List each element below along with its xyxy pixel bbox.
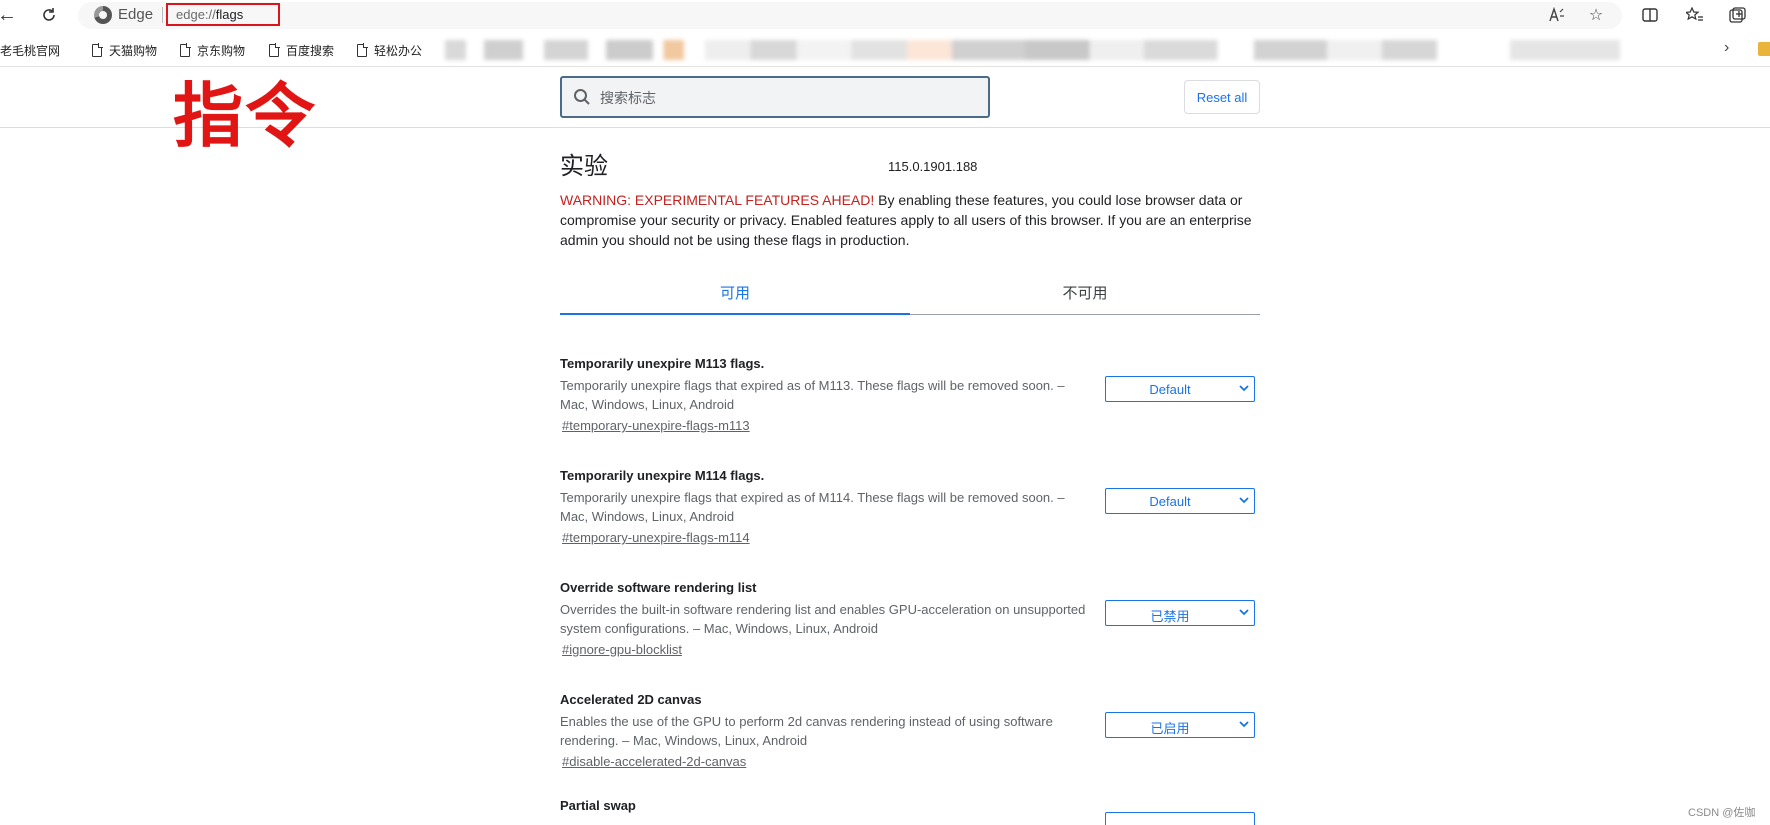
flag-select[interactable]: Default: [1105, 488, 1255, 514]
site-label: Edge: [118, 6, 154, 23]
collections-icon[interactable]: [1726, 3, 1750, 27]
url-scheme: edge://: [176, 7, 216, 22]
flag-select-value: Default: [1149, 382, 1191, 397]
back-arrow-icon[interactable]: ←: [0, 2, 20, 28]
read-aloud-icon[interactable]: [1545, 3, 1569, 27]
url-highlight-box[interactable]: edge://flags: [166, 3, 280, 26]
flag-link[interactable]: #temporary-unexpire-flags-m113: [562, 418, 750, 433]
url-text[interactable]: edge://flags: [176, 7, 243, 22]
favorite-label: 百度搜索: [286, 43, 335, 58]
flag-item: Partial swap: [560, 798, 1260, 825]
flag-select[interactable]: 已启用: [1105, 712, 1255, 738]
flag-description: Overrides the built-in software renderin…: [560, 602, 1086, 636]
flag-item: Temporarily unexpire M113 flags. Tempora…: [560, 356, 1260, 456]
tab-unavailable[interactable]: 不可用: [910, 270, 1260, 314]
blurred-favorites: [705, 40, 1620, 60]
flag-select[interactable]: [1105, 812, 1255, 825]
chevron-down-icon: [1239, 382, 1249, 397]
edge-logo-icon: [94, 6, 112, 24]
page-icon: [269, 42, 280, 57]
flag-description: Temporarily unexpire flags that expired …: [560, 378, 1065, 412]
page-icon: [92, 42, 103, 57]
favorite-item-jd[interactable]: 京东购物: [180, 41, 245, 59]
flag-name: Partial swap: [560, 798, 636, 813]
address-divider: [162, 7, 163, 23]
chevron-down-icon: [1239, 606, 1249, 621]
flag-select[interactable]: Default: [1105, 376, 1255, 402]
warning-text: WARNING: EXPERIMENTAL FEATURES AHEAD! By…: [560, 190, 1260, 250]
favorite-label: 老毛桃官网: [0, 43, 61, 58]
refresh-icon[interactable]: [36, 2, 62, 28]
favorite-label: 轻松办公: [374, 43, 423, 58]
favorite-label: 京东购物: [197, 43, 246, 58]
tab-bar: 可用 不可用: [560, 270, 1260, 315]
address-bar[interactable]: [78, 2, 1622, 29]
flag-link[interactable]: #ignore-gpu-blocklist: [562, 642, 682, 657]
chevron-right-icon[interactable]: ›: [1724, 39, 1729, 57]
page-icon: [180, 42, 191, 57]
version-label: 115.0.1901.188: [888, 159, 978, 174]
flag-link[interactable]: #temporary-unexpire-flags-m114: [562, 530, 750, 545]
favorite-item-baidu[interactable]: 百度搜索: [269, 41, 334, 59]
watermark: CSDN @佐咖: [1688, 807, 1756, 819]
reset-all-button[interactable]: Reset all: [1184, 80, 1260, 114]
flag-select-value: 已启用: [1150, 721, 1190, 736]
split-screen-icon[interactable]: [1638, 3, 1662, 27]
tab-available[interactable]: 可用: [560, 270, 910, 315]
flag-item: Accelerated 2D canvas Enables the use of…: [560, 692, 1260, 792]
warning-heading: WARNING: EXPERIMENTAL FEATURES AHEAD!: [560, 192, 875, 208]
flag-item: Temporarily unexpire M114 flags. Tempora…: [560, 468, 1260, 568]
page-title: 实验: [560, 153, 608, 180]
search-box[interactable]: [560, 76, 990, 118]
flag-name: Override software rendering list: [560, 580, 757, 595]
blurred-favorites: [445, 40, 705, 60]
favorites-list-icon[interactable]: [1683, 3, 1707, 27]
favorite-label: 天猫购物: [109, 43, 158, 58]
favorite-star-icon[interactable]: ☆: [1584, 3, 1608, 27]
page-icon: [357, 42, 368, 57]
flag-select-value: 已禁用: [1150, 609, 1190, 624]
favorite-item-office[interactable]: 轻松办公: [357, 41, 422, 59]
browser-toolbar: ← Edge edge://flags ☆: [0, 0, 1770, 30]
search-input[interactable]: [598, 84, 982, 112]
flag-select[interactable]: 已禁用: [1105, 600, 1255, 626]
folder-icon[interactable]: [1758, 42, 1770, 56]
flag-description: Temporarily unexpire flags that expired …: [560, 490, 1065, 524]
favorite-item-tmall[interactable]: 天猫购物: [92, 41, 157, 59]
flag-select-value: Default: [1149, 494, 1191, 509]
flag-description: Enables the use of the GPU to perform 2d…: [560, 714, 1053, 748]
flag-name: Temporarily unexpire M114 flags.: [560, 468, 765, 483]
flag-link[interactable]: #disable-accelerated-2d-canvas: [562, 754, 746, 769]
favorite-item-laomaotao[interactable]: 老毛桃官网: [0, 41, 60, 59]
flag-item: Override software rendering list Overrid…: [560, 580, 1260, 680]
url-path: flags: [215, 7, 244, 22]
chevron-down-icon: [1239, 718, 1249, 733]
flag-name: Accelerated 2D canvas: [560, 692, 702, 707]
chevron-down-icon: [1239, 494, 1249, 509]
flag-name: Temporarily unexpire M113 flags.: [560, 356, 765, 371]
annotation-label: 指令: [173, 77, 317, 155]
search-icon: [574, 89, 590, 105]
